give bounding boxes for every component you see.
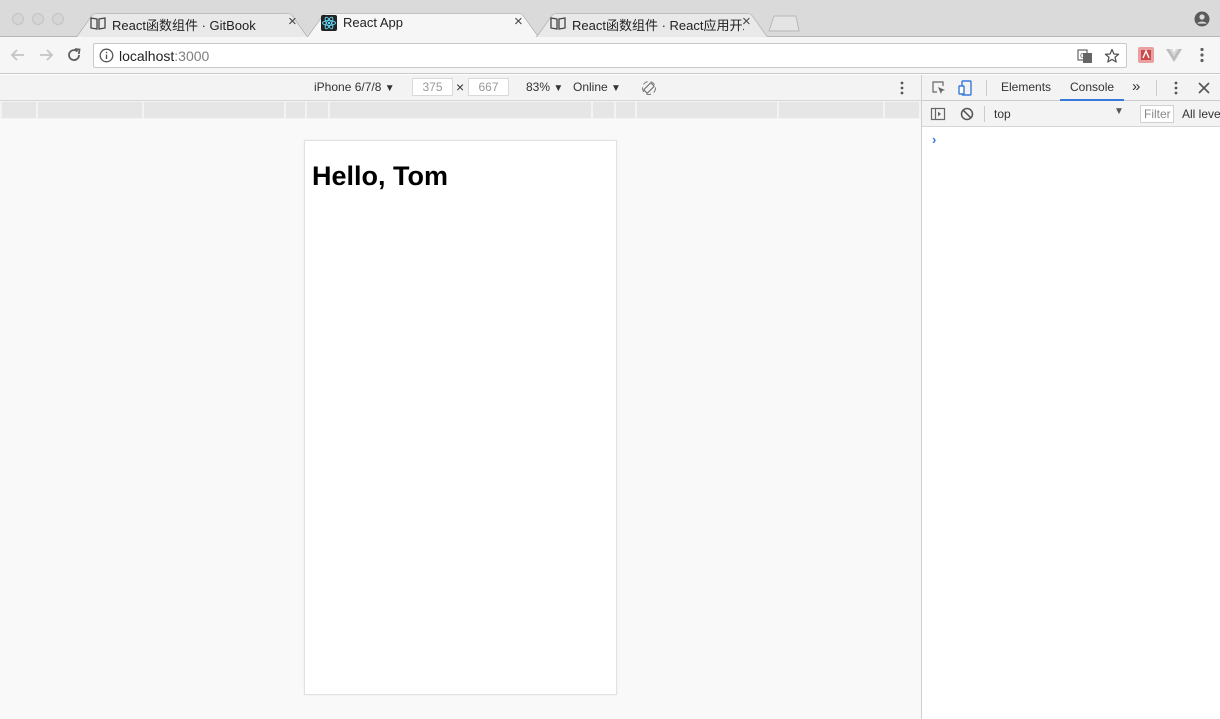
clear-console-icon[interactable] <box>959 106 975 122</box>
media-query-segment[interactable] <box>307 102 328 118</box>
tab-close-icon[interactable]: × <box>742 14 751 30</box>
media-query-segment[interactable] <box>616 102 635 118</box>
url-host: localhost <box>119 48 175 64</box>
chevron-down-icon[interactable]: ▼ <box>1114 106 1124 117</box>
dimension-times-icon: × <box>456 79 465 95</box>
more-tabs-icon[interactable]: » <box>1132 78 1140 95</box>
console-filter-input[interactable]: Filter <box>1140 105 1174 123</box>
media-query-segment[interactable] <box>885 102 919 118</box>
context-select[interactable]: top <box>994 107 1011 121</box>
window-minimize-button[interactable] <box>32 13 44 25</box>
rotate-icon[interactable] <box>641 80 657 96</box>
browser-tab-strip: React函数组件 · GitBook × React App × React函… <box>0 0 1220 37</box>
svg-text:G: G <box>1080 52 1085 60</box>
back-arrow-icon[interactable] <box>9 46 27 64</box>
browser-tab-gitbook[interactable]: React函数组件 · GitBook × <box>76 8 308 37</box>
media-query-segment[interactable] <box>593 102 614 118</box>
media-query-segment[interactable] <box>144 102 284 118</box>
tab-title: React函数组件 · React应用开发 <box>572 18 744 33</box>
toolbar-divider <box>986 80 987 96</box>
media-query-segment[interactable] <box>2 102 36 118</box>
info-icon[interactable] <box>99 48 114 63</box>
browser-tab-react-dev[interactable]: React函数组件 · React应用开发 × <box>536 8 768 37</box>
translate-icon[interactable]: G <box>1077 48 1093 64</box>
device-toolbar-menu-icon[interactable] <box>894 80 910 96</box>
toolbar-divider <box>1156 80 1157 96</box>
reload-icon[interactable] <box>65 46 83 64</box>
media-query-segment[interactable] <box>779 102 883 118</box>
zoom-select[interactable]: 83% ▼ <box>526 80 563 94</box>
emulated-page: Hello, Tom <box>304 140 617 695</box>
forward-arrow-icon[interactable] <box>37 46 55 64</box>
extension-icon[interactable] <box>1137 46 1155 64</box>
console-toolbar: top ▼ Filter All levels <box>922 101 1220 127</box>
vue-devtools-icon[interactable] <box>1165 46 1183 64</box>
address-bar[interactable]: localhost:3000 G <box>93 43 1127 68</box>
devtools-tab-bar: Elements Console » <box>922 75 1220 101</box>
device-toggle-icon[interactable] <box>958 80 974 96</box>
window-close-button[interactable] <box>12 13 24 25</box>
react-logo-icon <box>321 15 337 31</box>
tab-title: React函数组件 · GitBook <box>112 18 256 33</box>
device-select[interactable]: iPhone 6/7/8 ▼ <box>314 80 395 94</box>
console-prompt-icon[interactable]: › <box>932 132 936 147</box>
bookmark-star-icon[interactable] <box>1104 48 1120 64</box>
device-toolbar: iPhone 6/7/8 ▼ 375 × 667 83% ▼ Online ▼ <box>0 75 921 101</box>
browser-toolbar: localhost:3000 G <box>0 37 1220 74</box>
device-select-label: iPhone 6/7/8 <box>314 80 382 94</box>
chevron-down-icon: ▼ <box>384 83 395 94</box>
book-icon <box>550 17 566 30</box>
zoom-select-label: 83% <box>526 80 551 94</box>
browser-tab-react-app[interactable]: React App × <box>307 8 539 37</box>
devtools-panel: Elements Console » top ▼ Filter All leve… <box>921 75 1220 719</box>
device-viewport: Hello, Tom <box>0 119 921 719</box>
network-throttle-select[interactable]: Online ▼ <box>573 80 621 94</box>
media-query-segment[interactable] <box>38 102 142 118</box>
media-query-ruler <box>0 101 921 119</box>
book-icon <box>90 17 106 30</box>
chevron-down-icon: ▼ <box>611 83 621 94</box>
tab-elements[interactable]: Elements <box>1001 80 1051 94</box>
chevron-down-icon: ▼ <box>553 83 564 94</box>
window-zoom-button[interactable] <box>52 13 64 25</box>
tab-close-icon[interactable]: × <box>514 14 523 30</box>
sidebar-toggle-icon[interactable] <box>930 106 946 122</box>
device-height-input[interactable]: 667 <box>468 78 509 96</box>
url-port: :3000 <box>174 48 210 64</box>
media-query-segment[interactable] <box>330 102 591 118</box>
browser-menu-icon[interactable] <box>1193 46 1211 64</box>
tab-title: React App <box>343 15 403 30</box>
inspect-element-icon[interactable] <box>931 80 947 96</box>
media-query-segment[interactable] <box>286 102 305 118</box>
device-width-input[interactable]: 375 <box>412 78 453 96</box>
address-url: localhost:3000 <box>119 48 209 64</box>
tab-close-icon[interactable]: × <box>288 14 297 30</box>
media-query-segment[interactable] <box>637 102 777 118</box>
log-levels-select[interactable]: All levels <box>1182 107 1220 121</box>
tab-console[interactable]: Console <box>1070 80 1114 94</box>
close-icon[interactable] <box>1196 80 1212 96</box>
new-tab-button[interactable] <box>768 15 800 32</box>
devtools-menu-icon[interactable] <box>1168 80 1184 96</box>
toolbar-divider <box>984 106 985 122</box>
page-heading: Hello, Tom <box>312 161 449 191</box>
network-select-label: Online <box>573 80 608 94</box>
profile-icon[interactable] <box>1194 11 1210 27</box>
